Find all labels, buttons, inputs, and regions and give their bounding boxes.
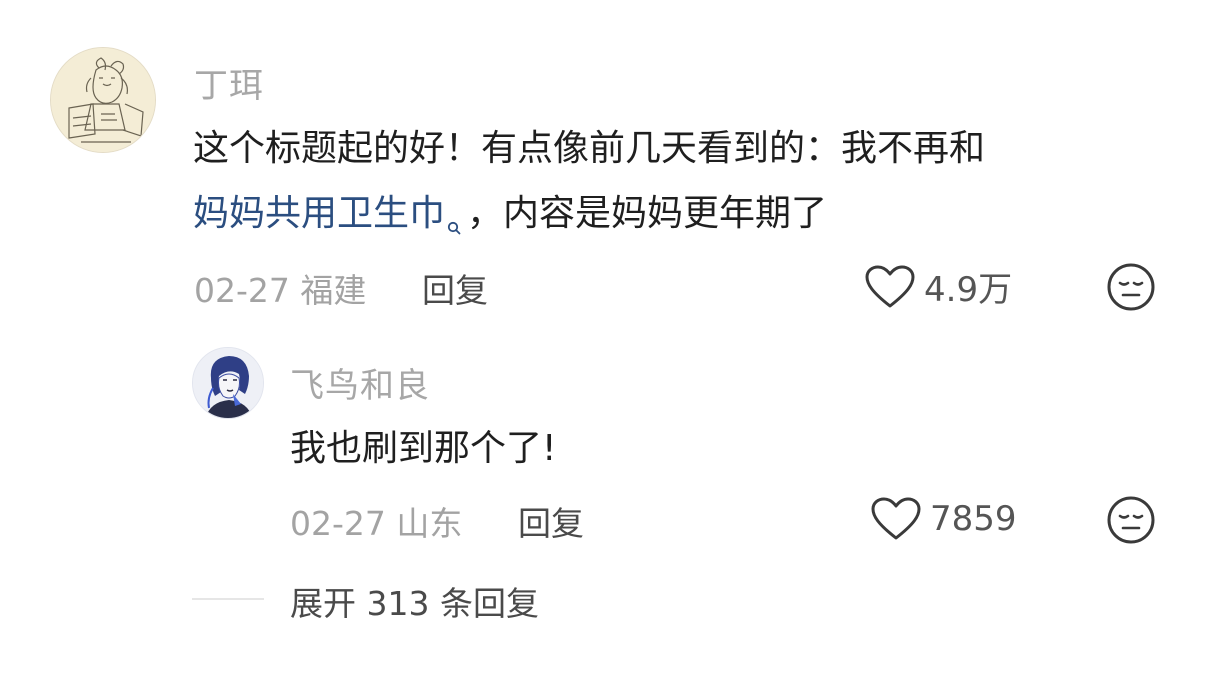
replier-username[interactable]: 飞鸟和良 [290, 358, 430, 407]
commenter-avatar[interactable] [50, 47, 156, 153]
divider-line [192, 598, 264, 600]
expressionless-face-icon [1107, 496, 1155, 544]
like-button[interactable]: 4.9万 [864, 262, 1012, 311]
expand-replies-button[interactable]: 展开 313 条回复 [290, 577, 539, 625]
reply-date-location: 02-27 山东 [290, 504, 463, 543]
replier-avatar[interactable] [192, 347, 264, 419]
search-icon[interactable] [447, 195, 461, 235]
comment-date-location: 02-27 福建 [194, 271, 367, 310]
reply-like-button[interactable]: 7859 [870, 496, 1017, 542]
like-count: 4.9万 [924, 270, 1013, 310]
expressionless-face-icon [1107, 263, 1155, 311]
sketch-portrait-image [51, 48, 155, 152]
heart-outline-icon [865, 265, 915, 307]
commenter-username[interactable]: 丁珥 [194, 58, 264, 107]
comment-text-line-2: 妈妈共用卫生巾 ，内容是妈妈更年期了 [193, 185, 827, 243]
reply-emoji-reaction-button[interactable] [1106, 495, 1156, 549]
reply-like-count: 7859 [930, 499, 1017, 539]
search-link[interactable]: 妈妈共用卫生巾 [193, 193, 445, 234]
portrait-illustration-image [193, 348, 263, 418]
reply-button[interactable]: 回复 [422, 264, 488, 312]
reply-text: 我也刷到那个了! [290, 428, 557, 469]
emoji-reaction-button[interactable] [1106, 262, 1156, 316]
heart-outline-icon [871, 497, 921, 540]
comment-text-line-1: 这个标题起的好！有点像前几天看到的：我不再和 [193, 128, 986, 169]
comment-text-rest: ，内容是妈妈更年期了 [467, 193, 828, 234]
reply-reply-button[interactable]: 回复 [518, 497, 584, 545]
